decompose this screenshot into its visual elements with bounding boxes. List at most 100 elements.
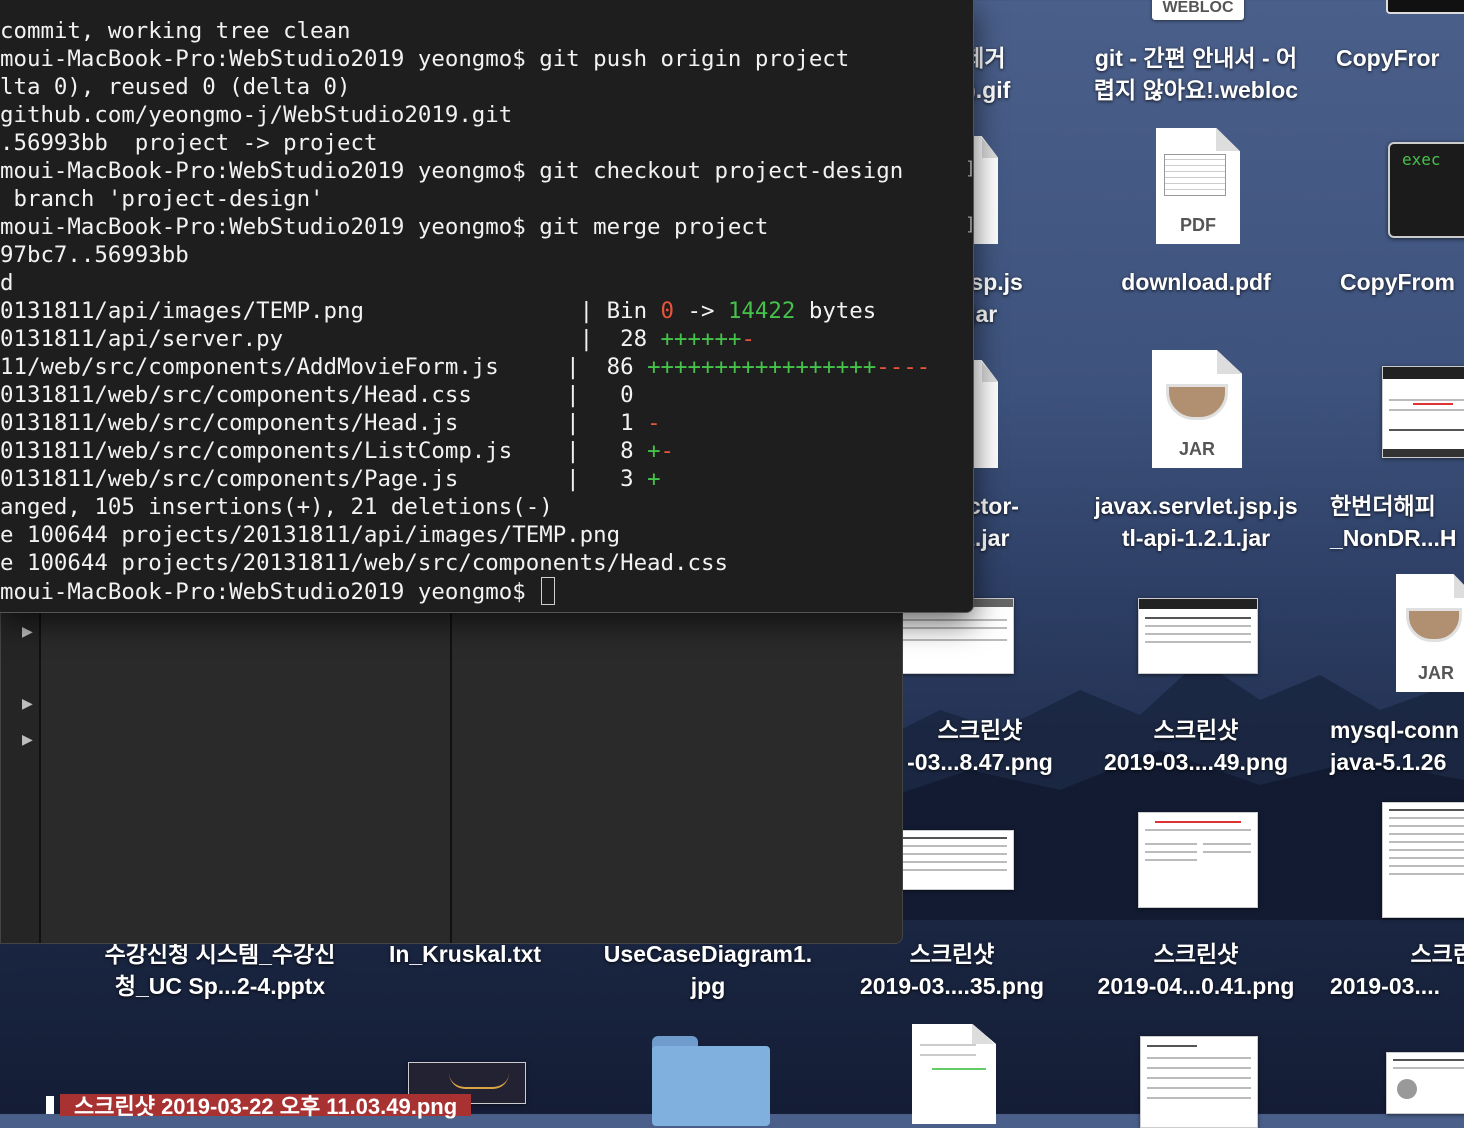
sidebar-column: [1, 601, 41, 943]
file-label: java-5.1.26: [1330, 749, 1447, 775]
image-thumbnail: [1138, 812, 1258, 908]
jar-coffee-icon: JAR: [1152, 350, 1242, 468]
file-label: jpg: [690, 973, 726, 999]
file-label: CopyFrom: [1340, 269, 1455, 295]
terminal-line: 0131811/api/server.py | 28 ++++++-: [0, 325, 930, 353]
terminal-output: commit, working tree clean moui-MacBook-P…: [0, 17, 930, 605]
terminal-text: ++++++: [660, 326, 742, 352]
background-window[interactable]: ▶ ▶ ▶: [0, 600, 903, 944]
terminal-exec-icon: exec: [1388, 142, 1464, 238]
terminal-line: 0131811/web/src/components/Head.js | 1 -: [0, 409, 930, 437]
terminal-text: moui-MacBook-Pro:WebStudio2019 yeongmo$ …: [0, 46, 850, 72]
file-label: download.pdf: [1121, 269, 1271, 295]
terminal-line: e 100644 projects/20131811/web/src/compo…: [0, 549, 930, 577]
terminal-text: d: [0, 270, 14, 296]
terminal-text: ----: [876, 354, 931, 380]
image-thumbnail: [1386, 1052, 1464, 1114]
terminal-line: 0131811/web/src/components/Head.css | 0: [0, 381, 930, 409]
folder-icon[interactable]: [652, 1036, 770, 1126]
terminal-line: 11/web/src/components/AddMovieForm.js | …: [0, 353, 930, 381]
file-label: 스크린: [1410, 941, 1464, 967]
jar-tag: JAR: [1178, 439, 1215, 459]
file-label: CopyFror: [1336, 45, 1440, 71]
terminal-text: commit, working tree clean: [0, 18, 351, 44]
image-thumbnail: [896, 830, 1014, 890]
scroll-marker: ]: [965, 214, 973, 235]
terminal-line: github.com/yeongmo-j/WebStudio2019.git: [0, 101, 930, 129]
terminal-text: e 100644 projects/20131811/web/src/compo…: [0, 550, 728, 576]
terminal-text: +++++++++++++++++: [647, 354, 877, 380]
terminal-text: 0131811/web/src/components/Page.js | 3: [0, 466, 648, 492]
terminal-line: anged, 105 insertions(+), 21 deletions(-…: [0, 493, 930, 521]
image-thumbnail: [1382, 802, 1464, 918]
terminal-text: moui-MacBook-Pro:WebStudio2019 yeongmo$ …: [0, 214, 769, 240]
terminal-line: moui-MacBook-Pro:WebStudio2019 yeongmo$ …: [0, 157, 930, 185]
terminal-text: bytes: [795, 298, 877, 324]
terminal-text: 14422: [727, 298, 796, 324]
terminal-text: moui-MacBook-Pro:WebStudio2019 yeongmo$ …: [0, 158, 904, 184]
terminal-line: 0131811/web/src/components/Page.js | 3 +: [0, 465, 930, 493]
terminal-text: lta 0), reused 0 (delta 0): [0, 74, 351, 100]
image-thumbnail: [1382, 366, 1464, 458]
webloc-icon: WEBLOC: [1152, 0, 1244, 20]
terminal-text: -: [741, 326, 755, 352]
image-thumbnail: [1140, 1036, 1258, 1128]
file-label: 스크린샷: [937, 717, 1023, 743]
terminal-text: 0131811/web/src/components/Head.css | 0: [0, 382, 634, 408]
terminal-text: 0131811/api/server.py | 28: [0, 326, 661, 352]
terminal-line: 97bc7..56993bb: [0, 241, 930, 269]
file-label: -03...8.47.png: [907, 749, 1053, 775]
file-label: mysql-conn: [1330, 717, 1460, 743]
file-label: tl-api-1.2.1.jar: [1121, 525, 1271, 551]
terminal-line: commit, working tree clean: [0, 17, 930, 45]
file-label: 렵지 않아요!.webloc: [1093, 77, 1299, 103]
terminal-text: 0131811/web/src/components/Head.js | 1: [0, 410, 648, 436]
terminal-line: .56993bb project -> project: [0, 129, 930, 157]
terminal-exec-icon: [1386, 0, 1464, 14]
terminal-text: .56993bb project -> project: [0, 130, 378, 156]
file-label: javax.servlet.jsp.js: [1094, 493, 1298, 519]
jar-coffee-icon: JAR: [1396, 574, 1464, 692]
terminal-cursor: [541, 577, 556, 605]
disclosure-triangle-icon[interactable]: ▶: [22, 623, 33, 640]
terminal-text: moui-MacBook-Pro:WebStudio2019 yeongmo$: [0, 579, 540, 605]
terminal-text: 0131811/web/src/components/ListComp.js |…: [0, 438, 648, 464]
terminal-line: lta 0), reused 0 (delta 0): [0, 73, 930, 101]
disclosure-triangle-icon[interactable]: ▶: [22, 695, 33, 712]
terminal-line: d: [0, 269, 930, 297]
file-label: 2019-03....35.png: [859, 973, 1045, 999]
terminal-text: 0131811/api/images/TEMP.png | Bin: [0, 298, 661, 324]
terminal-text: e 100644 projects/20131811/api/images/TE…: [0, 522, 621, 548]
terminal-text: 11/web/src/components/AddMovieForm.js | …: [0, 354, 648, 380]
terminal-text: -: [660, 438, 675, 464]
terminal-line: 0131811/api/images/TEMP.png | Bin 0 -> 1…: [0, 297, 930, 325]
file-label: 한번더해피: [1330, 493, 1436, 519]
terminal-text: branch 'project-design': [0, 186, 324, 212]
selected-file-label[interactable]: 스크린샷 2019-03-22 오후 11.03.49.png: [60, 1094, 472, 1119]
document-icon: [912, 1024, 996, 1124]
terminal-text: +: [647, 438, 661, 464]
terminal-text: github.com/yeongmo-j/WebStudio2019.git: [0, 102, 513, 128]
file-label: 2019-03....49.png: [1103, 749, 1289, 775]
terminal-line: branch 'project-design': [0, 185, 930, 213]
terminal-text: 0: [660, 298, 675, 324]
file-label: 2019-03....: [1330, 973, 1440, 999]
terminal-line: moui-MacBook-Pro:WebStudio2019 yeongmo$ …: [0, 45, 930, 73]
file-label: git - 간편 안내서 - 어: [1094, 45, 1298, 71]
column-divider: [450, 601, 452, 943]
file-label: 청_UC Sp...2-4.pptx: [114, 973, 326, 999]
terminal-text: anged, 105 insertions(+), 21 deletions(-…: [0, 494, 553, 520]
terminal-text: ->: [674, 298, 728, 324]
scroll-marker: ]: [965, 158, 973, 179]
pdf-tag: PDF: [1180, 215, 1216, 235]
file-label: 스크린샷: [1153, 717, 1239, 743]
terminal-text: +: [647, 466, 661, 492]
terminal-text: -: [647, 410, 661, 436]
disclosure-triangle-icon[interactable]: ▶: [22, 731, 33, 748]
terminal-line: e 100644 projects/20131811/api/images/TE…: [0, 521, 930, 549]
terminal-line: 0131811/web/src/components/ListComp.js |…: [0, 437, 930, 465]
image-thumbnail: [1138, 598, 1258, 674]
terminal-text: 97bc7..56993bb: [0, 242, 189, 268]
file-icon-edge: [46, 1096, 54, 1114]
terminal-window[interactable]: commit, working tree clean moui-MacBook-P…: [0, 0, 974, 613]
